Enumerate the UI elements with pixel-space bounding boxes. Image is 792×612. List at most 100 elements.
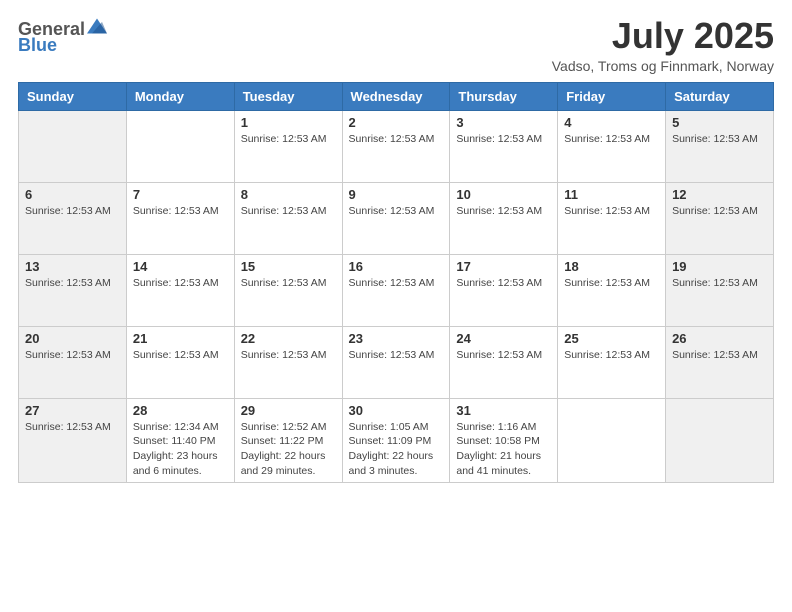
- calendar-cell: 20 Sunrise: 12:53 AM: [19, 326, 127, 398]
- day-info: Sunrise: 12:53 AM: [672, 132, 767, 147]
- day-info: Sunrise: 12:53 AM: [456, 132, 551, 147]
- day-info: Sunrise: 12:53 AM: [133, 204, 228, 219]
- day-info: Sunrise: 12:53 AM: [349, 204, 444, 219]
- day-info: Sunrise: 12:53 AM: [456, 204, 551, 219]
- calendar-cell: 2 Sunrise: 12:53 AM: [342, 110, 450, 182]
- day-number: 22: [241, 331, 336, 346]
- calendar-cell: 23 Sunrise: 12:53 AM: [342, 326, 450, 398]
- day-number: 23: [349, 331, 444, 346]
- calendar-cell: 15 Sunrise: 12:53 AM: [234, 254, 342, 326]
- header: General Blue July 2025 Vadso, Troms og F…: [18, 16, 774, 74]
- calendar-week-row: 6 Sunrise: 12:53 AM 7 Sunrise: 12:53 AM 8 Sun…: [19, 182, 774, 254]
- day-number: 8: [241, 187, 336, 202]
- calendar-cell: [126, 110, 234, 182]
- day-number: 7: [133, 187, 228, 202]
- day-info: Sunrise: 12:53 AM: [241, 276, 336, 291]
- main-title: July 2025: [552, 16, 774, 56]
- col-friday: Friday: [558, 82, 666, 110]
- day-info: Sunrise: 12:53 AM: [564, 132, 659, 147]
- day-number: 26: [672, 331, 767, 346]
- calendar-week-row: 13Sunrise: 12:53 AM14Sunrise: 12:53 AM15…: [19, 254, 774, 326]
- day-number: 9: [349, 187, 444, 202]
- day-number: 29: [241, 403, 336, 418]
- calendar-cell: 1 Sunrise: 12:53 AM: [234, 110, 342, 182]
- day-info: Sunrise: 12:53 AM: [672, 276, 767, 291]
- day-info: Sunrise: 12:53 AM: [25, 204, 120, 219]
- subtitle: Vadso, Troms og Finnmark, Norway: [552, 58, 774, 74]
- calendar-cell: 7 Sunrise: 12:53 AM: [126, 182, 234, 254]
- day-number: 12: [672, 187, 767, 202]
- day-info: Sunrise: 12:53 AM: [241, 348, 336, 363]
- day-info: Sunrise: 12:53 AM: [672, 348, 767, 363]
- day-info: Sunrise: 12:53 AM: [241, 204, 336, 219]
- day-info: Sunrise: 12:53 AM: [241, 132, 336, 147]
- day-info: Sunrise: 12:53 AM: [25, 276, 120, 291]
- day-info: Sunrise: 12:53 AM: [349, 132, 444, 147]
- logo-icon: [87, 16, 107, 36]
- day-info: Sunrise: 12:53 AM: [25, 348, 120, 363]
- calendar-cell: 13Sunrise: 12:53 AM: [19, 254, 127, 326]
- day-number: 2: [349, 115, 444, 130]
- page: General Blue July 2025 Vadso, Troms og F…: [0, 0, 792, 612]
- day-number: 31: [456, 403, 551, 418]
- calendar-cell: 18 Sunrise: 12:53 AM: [558, 254, 666, 326]
- day-info: Sunrise: 12:53 AM: [133, 348, 228, 363]
- calendar-cell: 4Sunrise: 12:53 AM: [558, 110, 666, 182]
- day-info: Sunrise: 12:53 AM: [564, 276, 659, 291]
- calendar-cell: 11 Sunrise: 12:53 AM: [558, 182, 666, 254]
- day-number: 18: [564, 259, 659, 274]
- logo-blue: Blue: [18, 36, 57, 54]
- calendar-cell: 19 Sunrise: 12:53 AM: [666, 254, 774, 326]
- day-info: Sunrise: 12:34 AMSunset: 11:40 PMDayligh…: [133, 420, 228, 479]
- day-info: Sunrise: 1:05 AMSunset: 11:09 PMDaylight…: [349, 420, 444, 479]
- calendar-cell: 21Sunrise: 12:53 AM: [126, 326, 234, 398]
- col-tuesday: Tuesday: [234, 82, 342, 110]
- day-number: 20: [25, 331, 120, 346]
- day-number: 19: [672, 259, 767, 274]
- day-info: Sunrise: 12:53 AM: [349, 276, 444, 291]
- calendar-cell: 26 Sunrise: 12:53 AM: [666, 326, 774, 398]
- calendar-week-row: 27 Sunrise: 12:53 AM 28 Sunrise: 12:34 AMSu…: [19, 398, 774, 483]
- calendar-cell: 14Sunrise: 12:53 AM: [126, 254, 234, 326]
- day-number: 17: [456, 259, 551, 274]
- day-number: 1: [241, 115, 336, 130]
- day-info: Sunrise: 12:53 AM: [456, 276, 551, 291]
- calendar-cell: 16 Sunrise: 12:53 AM: [342, 254, 450, 326]
- day-number: 3: [456, 115, 551, 130]
- day-info: Sunrise: 12:53 AM: [133, 276, 228, 291]
- day-info: Sunrise: 12:53 AM: [564, 348, 659, 363]
- day-info: Sunrise: 12:53 AM: [564, 204, 659, 219]
- calendar-cell: 12 Sunrise: 12:53 AM: [666, 182, 774, 254]
- col-sunday: Sunday: [19, 82, 127, 110]
- calendar-cell: 17 Sunrise: 12:53 AM: [450, 254, 558, 326]
- day-info: Sunrise: 1:16 AMSunset: 10:58 PMDaylight…: [456, 420, 551, 479]
- day-number: 5: [672, 115, 767, 130]
- day-info: Sunrise: 12:53 AM: [349, 348, 444, 363]
- calendar-cell: 25Sunrise: 12:53 AM: [558, 326, 666, 398]
- calendar-cell: [558, 398, 666, 483]
- day-number: 24: [456, 331, 551, 346]
- calendar-week-row: 1 Sunrise: 12:53 AM 2 Sunrise: 12:53 AM 3 Sun…: [19, 110, 774, 182]
- day-info: Sunrise: 12:53 AM: [672, 204, 767, 219]
- calendar-cell: 10Sunrise: 12:53 AM: [450, 182, 558, 254]
- calendar-cell: 9 Sunrise: 12:53 AM: [342, 182, 450, 254]
- day-number: 6: [25, 187, 120, 202]
- calendar: Sunday Monday Tuesday Wednesday Thursday…: [18, 82, 774, 484]
- col-thursday: Thursday: [450, 82, 558, 110]
- day-number: 15: [241, 259, 336, 274]
- day-info: Sunrise: 12:53 AM: [25, 420, 120, 435]
- title-block: July 2025 Vadso, Troms og Finnmark, Norw…: [552, 16, 774, 74]
- day-number: 16: [349, 259, 444, 274]
- calendar-cell: 27 Sunrise: 12:53 AM: [19, 398, 127, 483]
- calendar-week-row: 20Sunrise: 12:53 AM21Sunrise: 12:53 AM22…: [19, 326, 774, 398]
- day-number: 11: [564, 187, 659, 202]
- day-number: 28: [133, 403, 228, 418]
- logo-wrapper: General Blue: [18, 16, 107, 54]
- calendar-header-row: Sunday Monday Tuesday Wednesday Thursday…: [19, 82, 774, 110]
- day-info: Sunrise: 12:52 AMSunset: 11:22 PMDayligh…: [241, 420, 336, 479]
- calendar-cell: 29 Sunrise: 12:52 AMSunset: 11:22 PMDayli…: [234, 398, 342, 483]
- day-number: 27: [25, 403, 120, 418]
- calendar-cell: [19, 110, 127, 182]
- calendar-cell: 5 Sunrise: 12:53 AM: [666, 110, 774, 182]
- col-monday: Monday: [126, 82, 234, 110]
